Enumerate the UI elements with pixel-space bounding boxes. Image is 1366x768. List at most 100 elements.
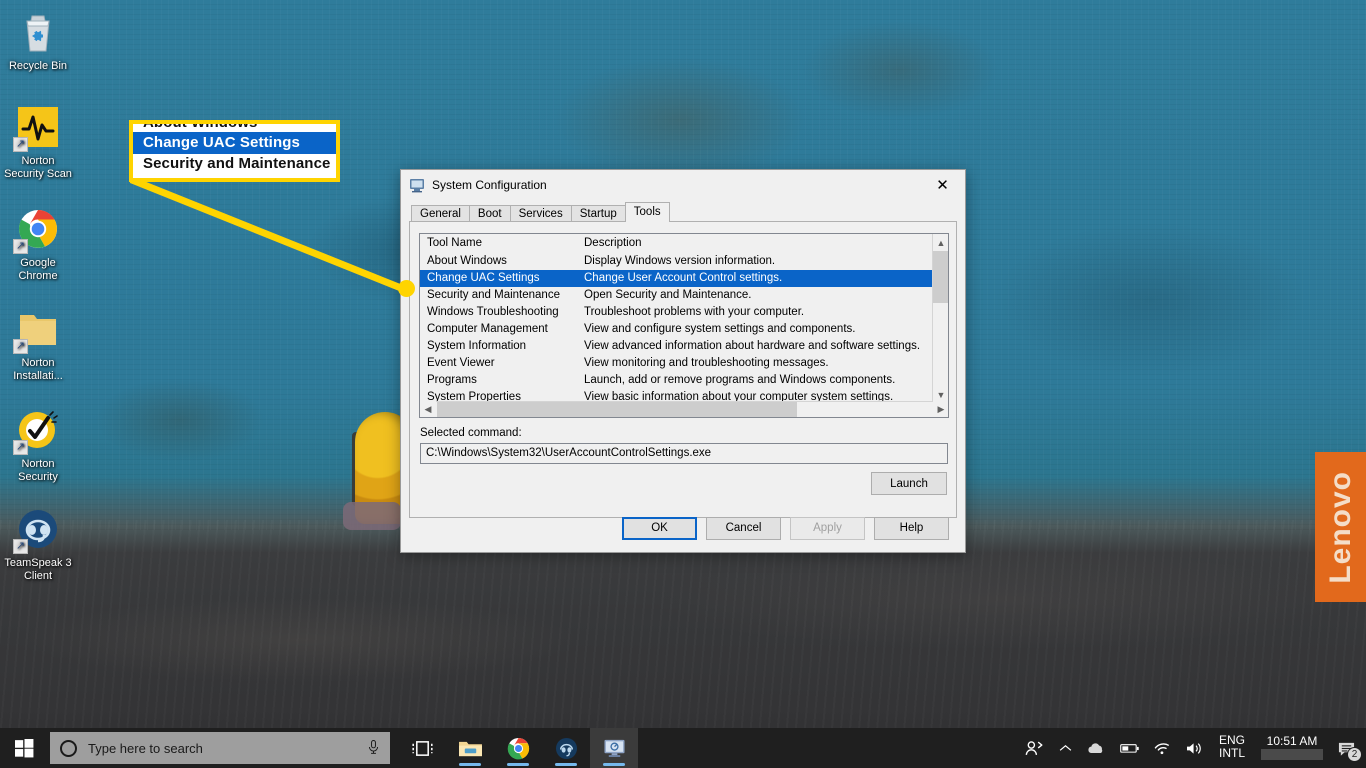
- tools-listview[interactable]: Tool Name Description About Windows Disp…: [419, 233, 949, 418]
- clock-time: 10:51 AM: [1266, 734, 1318, 748]
- callout-row-change-uac-settings: Change UAC Settings: [133, 132, 336, 154]
- microphone-icon[interactable]: [367, 739, 380, 758]
- shortcut-arrow-icon: ↗: [13, 539, 28, 554]
- ok-button[interactable]: OK: [622, 516, 697, 540]
- battery-icon[interactable]: [1113, 728, 1147, 768]
- system-configuration-window[interactable]: System Configuration ✕ General Boot Serv…: [400, 169, 966, 553]
- google-chrome-icon[interactable]: [494, 728, 542, 768]
- system-configuration-icon[interactable]: [590, 728, 638, 768]
- table-row[interactable]: Event Viewer View monitoring and trouble…: [420, 355, 948, 372]
- tool-name: System Information: [427, 340, 527, 352]
- tool-name: Change UAC Settings: [427, 272, 540, 284]
- desktop-icon-google-chrome[interactable]: ↗ Google Chrome: [2, 205, 74, 283]
- apply-button: Apply: [790, 516, 865, 540]
- scroll-right-icon[interactable]: ▶: [933, 401, 948, 417]
- taskbar[interactable]: Type here to search ENG INTL 10:51 AM 2: [0, 728, 1366, 768]
- tool-description: View advanced information about hardware…: [584, 340, 921, 352]
- windows-start-icon[interactable]: [0, 728, 48, 768]
- window-title: System Configuration: [432, 177, 547, 192]
- notification-icon[interactable]: 2: [1331, 728, 1366, 768]
- tool-description: Change User Account Control settings.: [584, 272, 783, 284]
- desktop-icon-teamspeak-3-client[interactable]: ↗ TeamSpeak 3 Client: [2, 505, 74, 583]
- lenovo-sticker: Lenovo: [1315, 452, 1366, 602]
- notification-badge: 2: [1347, 747, 1362, 762]
- desktop-icon-norton-security[interactable]: ↗ Norton Security: [2, 406, 74, 484]
- tool-description: View and configure system settings and c…: [584, 323, 856, 335]
- table-row[interactable]: Computer Management View and configure s…: [420, 321, 948, 338]
- scroll-up-icon[interactable]: ▲: [933, 234, 948, 251]
- callout-magnifier: About Windows Change UAC Settings Securi…: [129, 120, 340, 182]
- desktop-icon-label-line1: Norton: [21, 357, 55, 369]
- horizontal-scrollbar[interactable]: ◀ ▶: [420, 401, 948, 417]
- clock[interactable]: 10:51 AM: [1253, 728, 1331, 768]
- horizontal-scrollbar-thumb[interactable]: [437, 401, 797, 417]
- norton-security-scan-icon: ↗: [13, 103, 62, 152]
- column-header-description[interactable]: Description: [577, 234, 948, 252]
- language-indicator[interactable]: ENG INTL: [1211, 728, 1253, 768]
- callout-connector-line: [130, 178, 410, 294]
- table-row[interactable]: System Information View advanced informa…: [420, 338, 948, 355]
- selected-command-label: Selected command:: [420, 427, 522, 439]
- desktop-icon-label-line1: TeamSpeak 3: [4, 557, 72, 569]
- system-tray[interactable]: ENG INTL 10:51 AM 2: [1018, 728, 1366, 768]
- google-chrome-icon: ↗: [13, 205, 62, 254]
- vertical-scrollbar-thumb[interactable]: [933, 251, 948, 303]
- selected-command-input[interactable]: C:\Windows\System32\UserAccountControlSe…: [420, 443, 948, 464]
- table-row[interactable]: Security and Maintenance Open Security a…: [420, 287, 948, 304]
- listview-rows: About Windows Display Windows version in…: [420, 253, 948, 417]
- desktop[interactable]: Recycle Bin ↗ Norton Security Scan ↗ Goo…: [0, 0, 1366, 768]
- tab-general[interactable]: General: [411, 205, 470, 222]
- people-icon[interactable]: [1018, 728, 1052, 768]
- search-input[interactable]: Type here to search: [50, 732, 390, 764]
- column-header-tool-name[interactable]: Tool Name: [420, 234, 577, 252]
- scroll-left-icon[interactable]: ◀: [420, 401, 436, 417]
- launch-button[interactable]: Launch: [871, 472, 947, 495]
- volume-icon[interactable]: [1178, 728, 1211, 768]
- tab-tools[interactable]: Tools: [624, 202, 670, 222]
- desktop-icon-norton-security-scan[interactable]: ↗ Norton Security Scan: [2, 103, 74, 181]
- desktop-icon-label-line2: Chrome: [18, 270, 58, 282]
- desktop-icon-label: Recycle Bin: [8, 60, 68, 72]
- desktop-icon-recycle-bin[interactable]: Recycle Bin: [2, 8, 74, 73]
- table-row[interactable]: Windows Troubleshooting Troubleshoot pro…: [420, 304, 948, 321]
- teamspeak-icon[interactable]: [542, 728, 590, 768]
- table-row[interactable]: About Windows Display Windows version in…: [420, 253, 948, 270]
- tab-services[interactable]: Services: [509, 205, 572, 222]
- teamspeak-icon: ↗: [13, 505, 62, 554]
- help-button[interactable]: Help: [874, 516, 949, 540]
- vertical-scrollbar-track[interactable]: [933, 303, 948, 386]
- chevron-up-icon[interactable]: [1052, 728, 1079, 768]
- close-icon[interactable]: ✕: [920, 170, 965, 199]
- shortcut-arrow-icon: ↗: [13, 339, 28, 354]
- table-row-selected[interactable]: Change UAC Settings Change User Account …: [420, 270, 948, 287]
- window-titlebar[interactable]: System Configuration ✕: [401, 170, 965, 200]
- tool-description: Open Security and Maintenance.: [584, 289, 752, 301]
- wifi-icon[interactable]: [1147, 728, 1178, 768]
- file-explorer-icon[interactable]: [446, 728, 494, 768]
- table-row[interactable]: Programs Launch, add or remove programs …: [420, 372, 948, 389]
- tool-description: Troubleshoot problems with your computer…: [584, 306, 805, 318]
- onedrive-cloud-icon[interactable]: [1079, 728, 1113, 768]
- callout-row-about-windows: About Windows: [143, 120, 258, 131]
- tool-name: Computer Management: [427, 323, 548, 335]
- tool-description: Display Windows version information.: [584, 255, 776, 267]
- desktop-icon-label-line2: Security: [18, 471, 58, 483]
- task-view-icon[interactable]: [398, 728, 446, 768]
- tool-name: Programs: [427, 374, 477, 386]
- cancel-button[interactable]: Cancel: [706, 516, 781, 540]
- tool-name: About Windows: [427, 255, 507, 267]
- desktop-icon-label-line2: Client: [23, 570, 53, 582]
- search-placeholder: Type here to search: [88, 740, 203, 756]
- dialog-footer: OK Cancel Apply Help: [401, 504, 967, 552]
- tab-startup[interactable]: Startup: [570, 205, 626, 222]
- clock-date-redacted: [1261, 749, 1323, 760]
- language-line2: INTL: [1218, 746, 1245, 760]
- desktop-icon-label-line2: Installati...: [13, 370, 63, 382]
- shortcut-arrow-icon: ↗: [13, 137, 28, 152]
- vertical-scrollbar[interactable]: ▲ ▼: [932, 234, 948, 403]
- desktop-icon-norton-installation[interactable]: ↗ Norton Installati...: [2, 305, 74, 383]
- lenovo-sticker-text: Lenovo: [1323, 470, 1357, 584]
- desktop-icon-label-line1: Norton: [21, 155, 55, 167]
- tab-strip[interactable]: General Boot Services Startup Tools: [401, 202, 965, 222]
- tab-boot[interactable]: Boot: [468, 205, 511, 222]
